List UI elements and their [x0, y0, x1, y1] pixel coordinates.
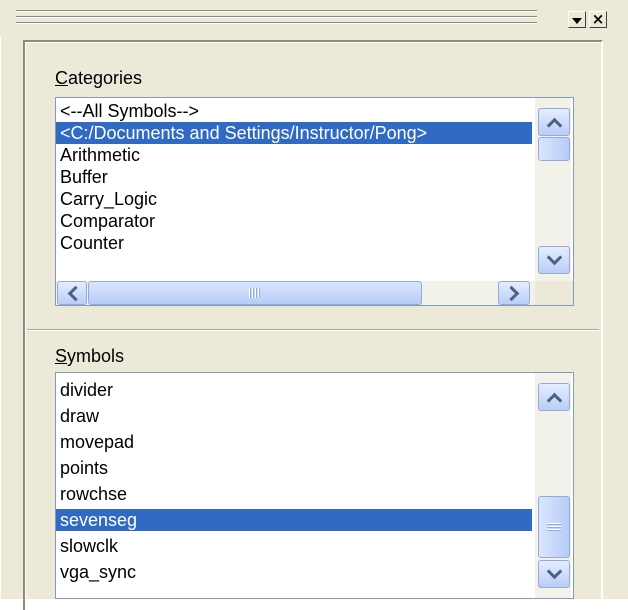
categories-list-item[interactable]: <--All Symbols-->: [56, 100, 532, 122]
close-glyph: ×: [591, 10, 605, 28]
symbols-list-item[interactable]: rowchse: [56, 483, 532, 505]
panel-title-bar[interactable]: ×: [0, 0, 628, 36]
gripper-line: [16, 22, 537, 24]
symbols-label-text: ymbols: [67, 346, 125, 366]
categories-list-item[interactable]: Comparator: [56, 210, 532, 232]
panel-options-dropdown-icon[interactable]: [568, 11, 586, 28]
symbols-list-item[interactable]: draw: [56, 405, 532, 427]
categories-horizontal-scrollbar[interactable]: [56, 281, 535, 305]
symbols-label-mnemonic: S: [55, 346, 68, 366]
scroll-down-button[interactable]: [538, 246, 570, 274]
gripper-line: [16, 10, 537, 12]
thumb-grip-icon: [249, 288, 261, 298]
panel-edge: [0, 36, 1, 599]
chevron-down-icon: [546, 563, 562, 579]
gripper-line: [16, 16, 537, 18]
scroll-down-button[interactable]: [538, 560, 570, 588]
chevron-up-icon: [546, 392, 562, 408]
scroll-left-button[interactable]: [57, 281, 87, 305]
symbols-list-item[interactable]: vga_sync: [56, 561, 532, 583]
categories-label: Categories: [55, 68, 142, 88]
scroll-right-button[interactable]: [498, 281, 530, 305]
categories-list-item[interactable]: Buffer: [56, 166, 532, 188]
categories-label-mnemonic: C: [55, 68, 68, 88]
chevron-down-icon: [546, 249, 562, 265]
scroll-up-button[interactable]: [538, 383, 570, 411]
scroll-thumb[interactable]: [538, 496, 570, 558]
symbols-list-item[interactable]: sevenseg: [56, 509, 532, 531]
symbols-list-item[interactable]: movepad: [56, 431, 532, 453]
scroll-thumb[interactable]: [538, 137, 570, 161]
symbols-list-item[interactable]: points: [56, 457, 532, 479]
symbols-list-item[interactable]: slowclk: [56, 535, 532, 557]
chevron-up-icon: [546, 117, 562, 133]
chevron-left-icon: [67, 285, 83, 301]
categories-listbox[interactable]: <--All Symbols--> <C:/Documents and Setti…: [55, 97, 574, 306]
scrollbar-corner: [535, 281, 573, 305]
categories-list-item[interactable]: Arithmetic: [56, 144, 532, 166]
categories-list-item[interactable]: Carry_Logic: [56, 188, 532, 210]
horizontal-scroll-thumb[interactable]: [88, 281, 422, 305]
symbols-list-item[interactable]: divider: [56, 379, 532, 401]
close-icon[interactable]: ×: [589, 11, 607, 28]
symbols-listbox[interactable]: divider draw movepad points rowchse sevenseg s…: [55, 372, 574, 599]
pane-splitter[interactable]: [27, 329, 599, 334]
symbol-browser-panel: × Categories <--All Symbols--> <C:/Docume…: [0, 0, 628, 610]
scroll-up-button[interactable]: [538, 108, 570, 136]
categories-list-item[interactable]: Counter: [56, 232, 532, 254]
thumb-grip-icon: [547, 523, 561, 531]
symbols-label: Symbols: [55, 346, 124, 366]
categories-vertical-scrollbar[interactable]: [535, 98, 571, 281]
chevron-right-icon: [503, 285, 519, 301]
categories-label-text: ategories: [68, 68, 143, 88]
splitter-highlight: [27, 330, 599, 331]
symbols-vertical-scrollbar[interactable]: [535, 373, 571, 598]
categories-list-item[interactable]: <C:/Documents and Settings/Instructor/Po…: [56, 122, 532, 144]
